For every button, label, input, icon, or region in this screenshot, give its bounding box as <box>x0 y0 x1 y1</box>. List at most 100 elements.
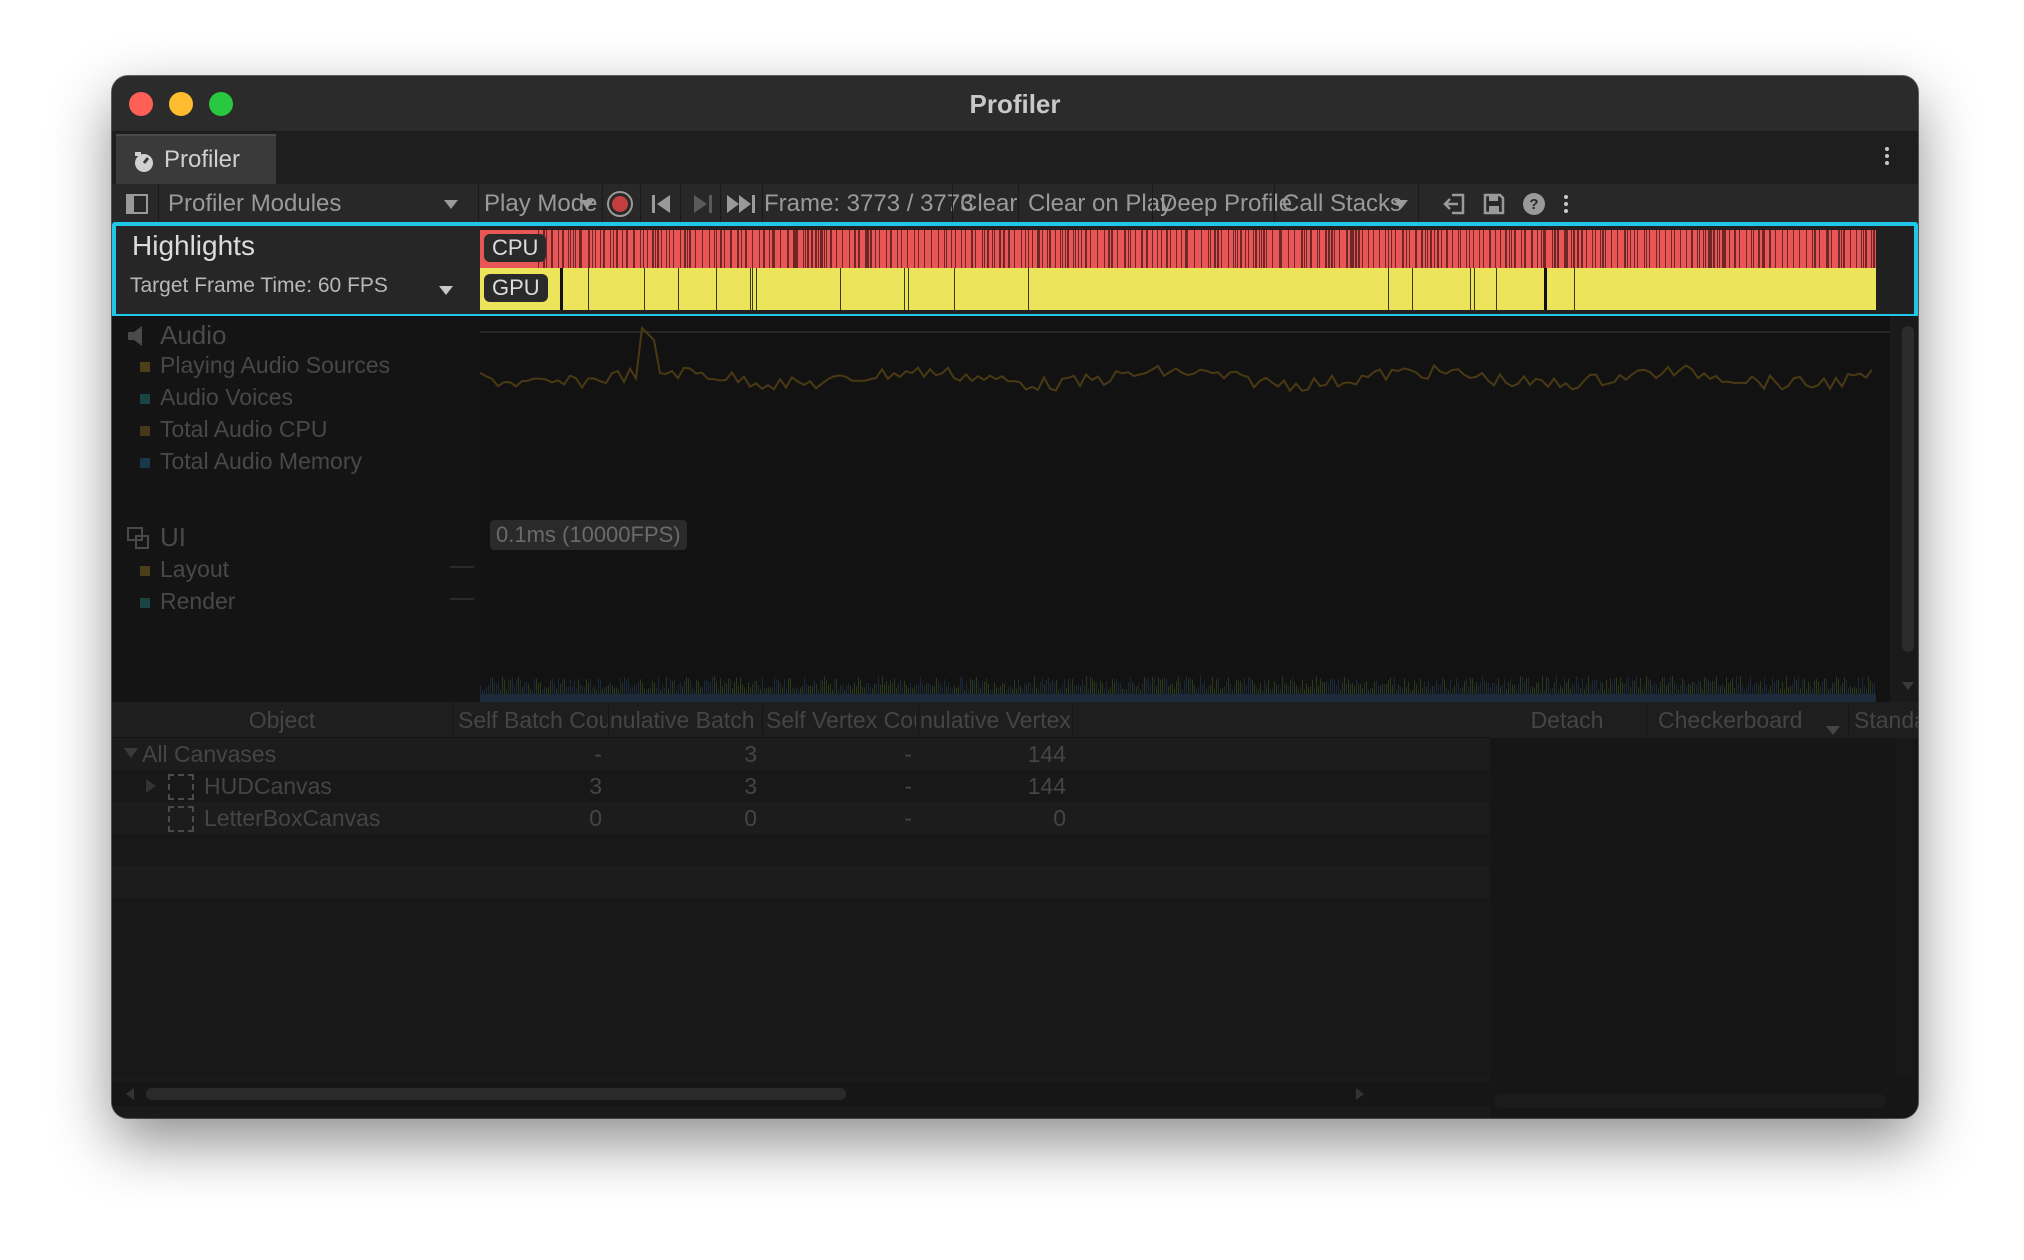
canvas-icon <box>168 774 194 800</box>
stat-audio-voices[interactable]: Audio Voices <box>140 384 293 411</box>
column-cumulative-batch-count[interactable]: nulative Batch Cc <box>610 702 760 738</box>
call-stacks-dropdown[interactable] <box>1394 184 1408 224</box>
record-icon[interactable] <box>606 190 634 218</box>
deep-profile-button[interactable]: Deep Profile <box>1160 184 1292 224</box>
clear-on-play-button[interactable]: Clear on Play <box>1028 184 1172 224</box>
legend-swatch <box>140 361 150 372</box>
preview-toolbar: Detach Checkerboard Standard <box>1490 702 1918 738</box>
table-row[interactable]: All Canvases - 3 - 144 <box>112 738 1490 770</box>
cumulative-batch-count: 3 <box>744 741 757 767</box>
legend-swatch <box>140 457 150 468</box>
standard-dropdown[interactable]: Standard <box>1854 702 1918 738</box>
legend-swatch <box>140 425 150 436</box>
ui-icon <box>127 527 149 549</box>
table-row-empty <box>112 834 1490 866</box>
column-object[interactable]: Object <box>112 702 452 738</box>
audio-graph[interactable] <box>479 316 1890 516</box>
table-horizontal-scrollbar[interactable] <box>112 1082 1490 1106</box>
load-icon[interactable] <box>1442 192 1466 216</box>
chevron-down-icon <box>1394 190 1408 217</box>
tab-profiler[interactable]: Profiler <box>116 134 276 184</box>
audio-line-chart <box>479 325 1890 393</box>
self-batch-count: 3 <box>589 773 602 799</box>
column-self-batch-count[interactable]: Self Batch Count <box>458 702 608 738</box>
object-name: LetterBoxCanvas <box>204 805 381 831</box>
stat-total-audio-memory[interactable]: Total Audio Memory <box>140 448 362 475</box>
scrollbar-thumb[interactable] <box>1902 326 1914 652</box>
tab-label: Profiler <box>164 146 241 173</box>
scroll-left-arrow-icon[interactable] <box>124 1088 134 1100</box>
table-empty-area <box>112 898 1490 1078</box>
profiler-window: Profiler Profiler Profiler Modules Play … <box>112 76 1918 1118</box>
sidebar-toggle-icon[interactable] <box>126 194 148 214</box>
object-name: All Canvases <box>142 741 277 767</box>
play-mode-dropdown[interactable]: Play Mode <box>484 184 600 224</box>
call-stacks-button[interactable]: Call Stacks <box>1282 184 1402 224</box>
drag-handle[interactable] <box>450 598 474 600</box>
window-menu-icon[interactable] <box>1884 144 1890 170</box>
last-frame-icon[interactable] <box>726 194 758 214</box>
more-options-icon[interactable] <box>1562 192 1570 216</box>
table-row[interactable]: HUDCanvas 3 3 - 144 <box>112 770 1490 802</box>
clear-button[interactable]: Clear <box>960 184 1017 224</box>
table-row[interactable]: LetterBoxCanvas 0 0 - 0 <box>112 802 1490 834</box>
target-frame-time-label: Target Frame Time: 60 FPS <box>130 274 388 297</box>
stat-render[interactable]: Render <box>140 588 235 615</box>
first-frame-icon[interactable] <box>650 194 672 214</box>
column-cumulative-vertex-count[interactable]: nulative Vertex C <box>920 702 1070 738</box>
collapsed-arrow-icon[interactable] <box>146 779 158 793</box>
highlights-title: Highlights <box>132 230 255 261</box>
profiler-modules-dropdown[interactable]: Profiler Modules <box>168 184 468 224</box>
legend-swatch <box>140 565 150 576</box>
column-self-vertex-count[interactable]: Self Vertex Coun <box>766 702 916 738</box>
table-row-empty <box>112 866 1490 898</box>
audio-module-sidebar: Audio Playing Audio Sources Audio Voices… <box>112 316 480 516</box>
legend-swatch <box>140 597 150 608</box>
cumulative-vertex-count: 0 <box>1053 805 1066 831</box>
legend-swatch <box>140 393 150 404</box>
stat-layout[interactable]: Layout <box>140 556 229 583</box>
preview-horizontal-scrollbar[interactable] <box>1494 1094 1886 1108</box>
ui-activity-chart <box>480 676 1876 702</box>
self-vertex-count: - <box>904 805 912 831</box>
object-name: HUDCanvas <box>204 773 332 799</box>
toolbar: Profiler Modules Play Mode Frame: 3773 /… <box>112 184 1918 224</box>
fps-badge: 0.1ms (10000FPS) <box>490 520 687 550</box>
self-vertex-count: - <box>904 773 912 799</box>
save-icon[interactable] <box>1482 192 1506 216</box>
cumulative-vertex-count: 144 <box>1027 773 1066 799</box>
detach-button[interactable]: Detach <box>1490 702 1644 738</box>
target-frame-time-dropdown[interactable] <box>439 282 453 300</box>
cumulative-batch-count: 0 <box>744 805 757 831</box>
highlights-timeline[interactable]: CPU GPU <box>480 224 1898 316</box>
drag-handle[interactable] <box>450 566 474 568</box>
help-icon[interactable]: ? <box>1522 192 1546 216</box>
canvas-icon <box>168 806 194 832</box>
window-title: Profiler <box>969 89 1061 119</box>
stat-total-audio-cpu[interactable]: Total Audio CPU <box>140 416 327 443</box>
ui-module-title: UI <box>160 522 186 552</box>
stat-playing-audio-sources[interactable]: Playing Audio Sources <box>140 352 390 379</box>
modules-vertical-scrollbar[interactable] <box>1898 326 1918 702</box>
highlights-module: Highlights Target Frame Time: 60 FPS CPU… <box>112 224 1918 316</box>
scroll-down-arrow-icon[interactable] <box>1902 682 1914 692</box>
highlights-sidebar: Highlights Target Frame Time: 60 FPS <box>112 224 480 316</box>
chevron-down-icon <box>439 282 453 299</box>
cumulative-batch-count: 3 <box>744 773 757 799</box>
chevron-down-icon <box>580 184 594 224</box>
next-frame-icon[interactable] <box>692 194 714 214</box>
audio-icon <box>128 326 142 346</box>
svg-text:?: ? <box>1529 196 1538 213</box>
dimmed-profiler-content: Audio Playing Audio Sources Audio Voices… <box>112 316 1918 1118</box>
ui-graph[interactable]: 0.1ms (10000FPS) <box>480 516 1890 702</box>
checkerboard-dropdown[interactable]: Checkerboard <box>1658 702 1838 738</box>
preview-vertical-scrollbar[interactable] <box>1896 738 1914 1078</box>
cpu-highlight-bar <box>480 230 1876 268</box>
chevron-down-icon <box>444 184 458 224</box>
cumulative-vertex-count: 144 <box>1027 741 1066 767</box>
scrollbar-thumb[interactable] <box>146 1088 846 1100</box>
scroll-right-arrow-icon[interactable] <box>1356 1088 1366 1100</box>
title-bar: Profiler <box>112 76 1918 132</box>
self-vertex-count: - <box>904 741 912 767</box>
expanded-arrow-icon[interactable] <box>124 748 138 760</box>
